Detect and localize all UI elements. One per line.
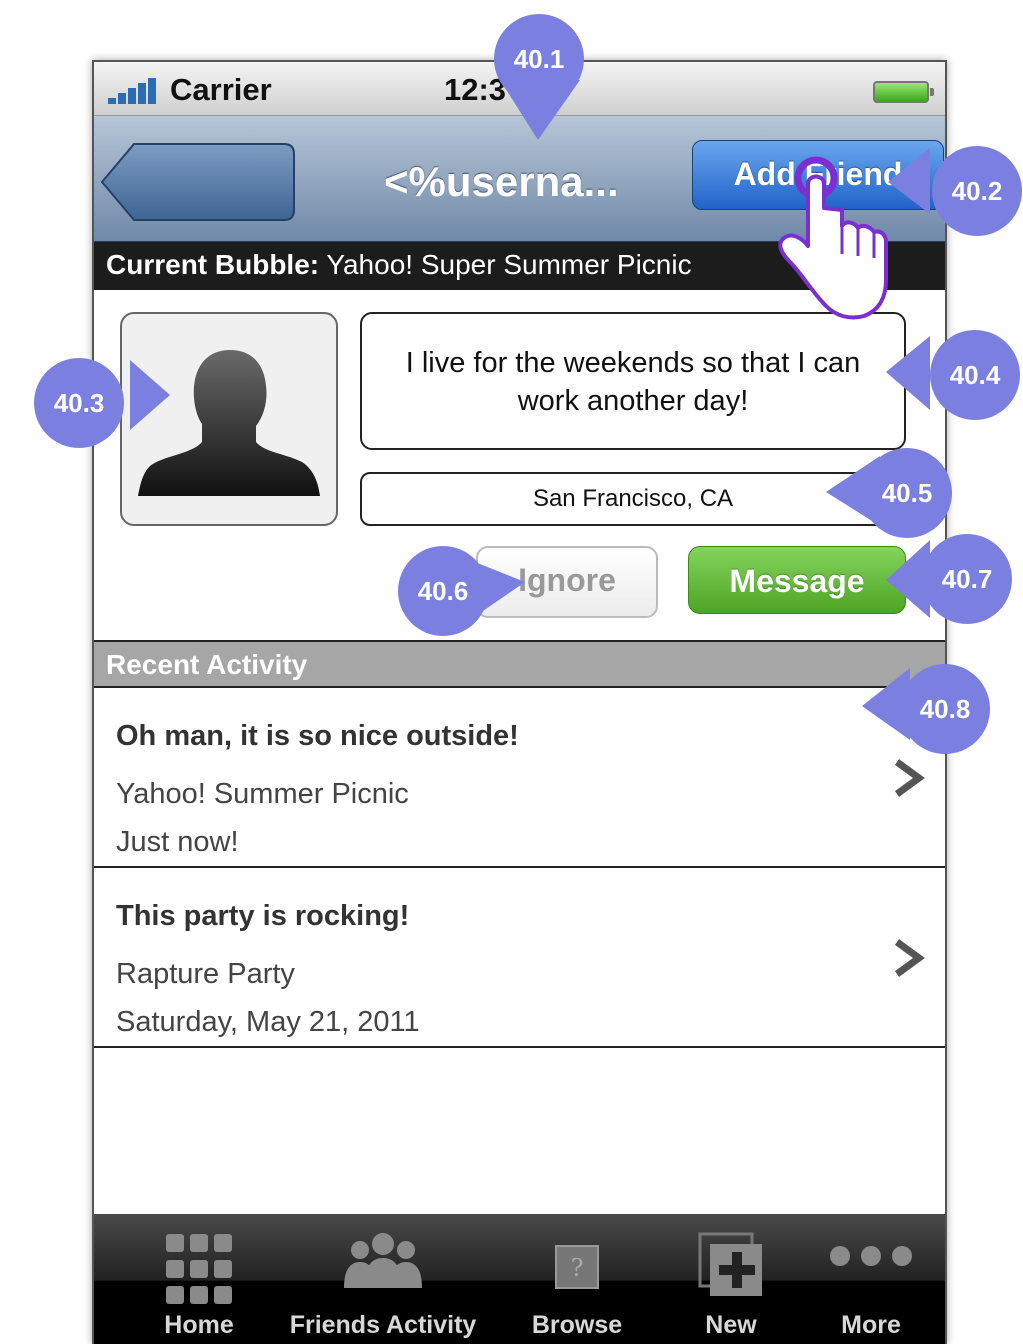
annotation-badge: 40.1 bbox=[494, 14, 584, 104]
annotation-badge: 40.7 bbox=[922, 534, 1012, 624]
annotation-badge: 40.4 bbox=[930, 330, 1020, 420]
annotation-badge: 40.3 bbox=[34, 358, 124, 448]
annotation-badge: 40.2 bbox=[932, 146, 1022, 236]
annotation-badge: 40.5 bbox=[862, 448, 952, 538]
annotation-badge: 40.6 bbox=[398, 546, 488, 636]
annotation-pointers bbox=[130, 80, 930, 740]
annotation-badge: 40.8 bbox=[900, 664, 990, 754]
